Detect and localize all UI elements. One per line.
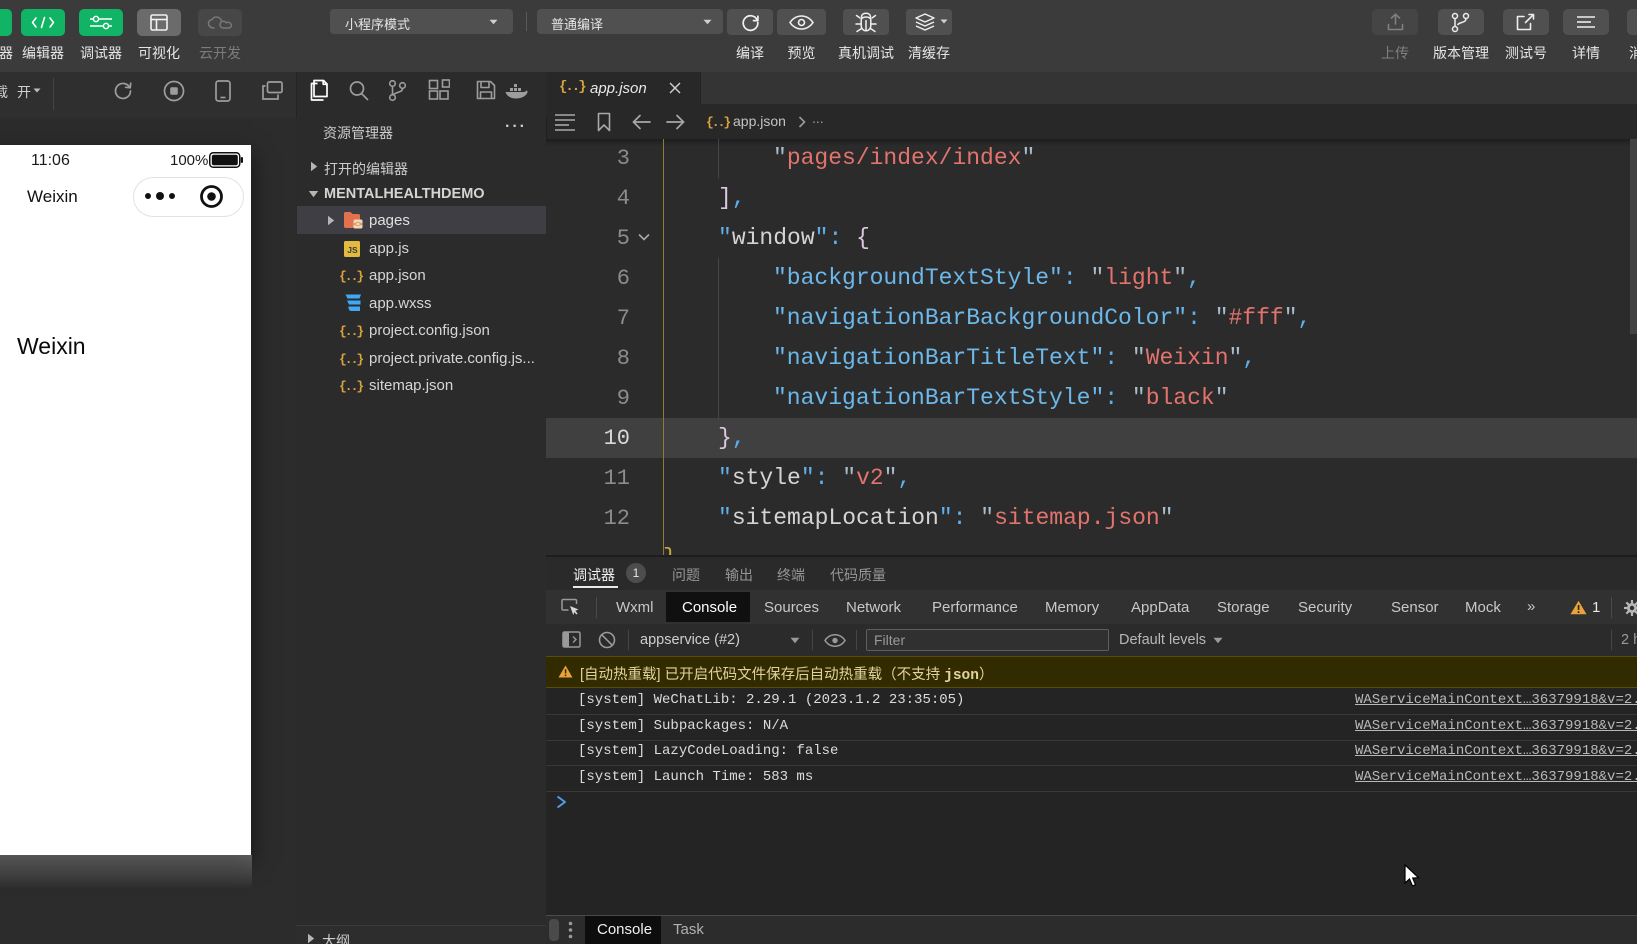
svg-text:JS: JS	[347, 245, 358, 255]
svg-text:<>: <>	[353, 222, 363, 229]
